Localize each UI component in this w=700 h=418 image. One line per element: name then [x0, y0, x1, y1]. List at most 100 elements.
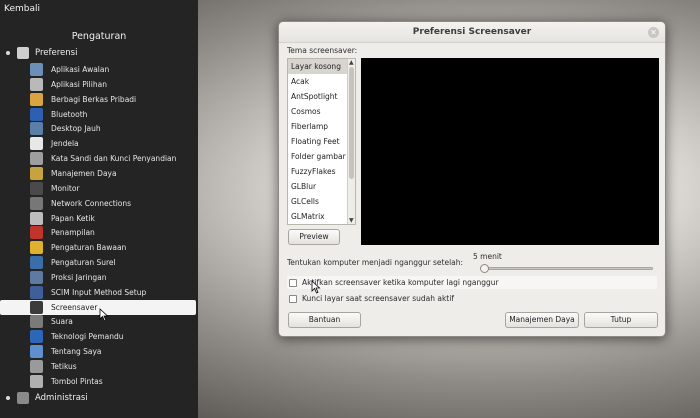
- bullet-icon: [6, 50, 10, 55]
- preview-button[interactable]: Preview: [288, 229, 340, 245]
- default-settings-icon: [30, 241, 43, 255]
- category-label: Preferensi: [35, 47, 78, 58]
- theme-item[interactable]: GLCells: [288, 194, 355, 209]
- activate-label: Aktifkan screensaver ketika komputer lag…: [302, 278, 499, 287]
- idle-slider-knob[interactable]: [480, 264, 489, 273]
- menu-item-label: Bluetooth: [51, 109, 88, 119]
- about-me-icon: [30, 345, 43, 359]
- administration-icon: [17, 391, 29, 404]
- shortcut-keys-icon: [30, 374, 43, 388]
- menu-item-label: Desktop Jauh: [51, 124, 101, 134]
- menu-item-berbagi-berkas-pribadi[interactable]: Berbagi Berkas Pribadi: [30, 92, 194, 107]
- menu-item-penampilan[interactable]: Penampilan: [30, 225, 194, 240]
- menu-title: Pengaturan: [71, 31, 127, 42]
- idle-label: Tentukan komputer menjadi nganggur setel…: [287, 258, 464, 267]
- screensaver-dialog: Preferensi Screensaver ✕ Tema screensave…: [278, 21, 666, 337]
- menu-item-jendela[interactable]: Jendela: [30, 136, 194, 151]
- menu-item-label: Penampilan: [51, 228, 95, 238]
- menu-item-label: Network Connections: [51, 198, 132, 208]
- scroll-up-icon[interactable]: ▲: [349, 59, 354, 66]
- dialog-title: Preferensi Screensaver: [412, 27, 532, 37]
- mail-settings-icon: [30, 256, 43, 270]
- keyboard-icon: [30, 211, 43, 225]
- close-icon[interactable]: ✕: [648, 27, 659, 38]
- menu-item-label: Tentang Saya: [51, 347, 102, 357]
- menu-item-label: Jendela: [51, 139, 79, 149]
- bullet-icon: [6, 395, 10, 400]
- screensaver-preview: [361, 58, 659, 245]
- category-administrasi[interactable]: Administrasi: [0, 390, 198, 405]
- back-button[interactable]: Kembali: [4, 4, 40, 14]
- menu-item-aplikasi-pilihan[interactable]: Aplikasi Pilihan: [30, 77, 194, 92]
- theme-item[interactable]: GLBlur: [288, 179, 355, 194]
- menu-item-papan-ketik[interactable]: Papan Ketik: [30, 211, 194, 226]
- idle-value: 5 menit: [473, 252, 502, 261]
- theme-item[interactable]: Cosmos: [288, 104, 355, 119]
- bluetooth-icon: [30, 107, 43, 121]
- menu-item-label: Teknologi Pemandu: [51, 332, 124, 342]
- theme-item[interactable]: Floating Feet: [288, 134, 355, 149]
- close-button[interactable]: Tutup: [584, 312, 658, 328]
- theme-item[interactable]: AntSpotlight: [288, 89, 355, 104]
- proxy-icon: [30, 270, 43, 284]
- scrollbar-thumb[interactable]: [349, 67, 354, 179]
- preferences-icon: [17, 46, 29, 59]
- idle-slider[interactable]: [480, 264, 653, 273]
- monitor-icon: [30, 181, 43, 195]
- theme-list-scrollbar[interactable]: ▲ ▼: [347, 59, 355, 224]
- theme-item[interactable]: Folder gambar: [288, 149, 355, 164]
- menu-item-network-connections[interactable]: Network Connections: [30, 196, 194, 211]
- theme-item[interactable]: Fiberlamp: [288, 119, 355, 134]
- theme-item[interactable]: GLSchool: [288, 224, 355, 225]
- menu-item-bluetooth[interactable]: Bluetooth: [30, 107, 194, 122]
- menu-item-label: Pengaturan Surel: [51, 258, 116, 268]
- dialog-titlebar[interactable]: Preferensi Screensaver ✕: [279, 22, 665, 43]
- menu-item-label: Pengaturan Bawaan: [51, 243, 127, 253]
- folder-share-icon: [30, 92, 43, 106]
- theme-item[interactable]: FuzzyFlakes: [288, 164, 355, 179]
- menu-item-label: Tetikus: [51, 362, 77, 371]
- scim-icon: [30, 285, 43, 299]
- menu-item-desktop-jauh[interactable]: Desktop Jauh: [30, 121, 194, 136]
- menu-item-proksi-jaringan[interactable]: Proksi Jaringan: [30, 270, 194, 285]
- menu-item-label: SCIM Input Method Setup: [51, 287, 147, 297]
- sound-icon: [30, 315, 43, 329]
- network-icon: [30, 196, 43, 210]
- menu-item-screensaver[interactable]: Screensaver: [0, 299, 196, 315]
- scroll-down-icon[interactable]: ▼: [349, 217, 354, 224]
- menu-item-manajemen-daya[interactable]: Manajemen Daya: [30, 166, 194, 181]
- menu-item-pengaturan-bawaan[interactable]: Pengaturan Bawaan: [30, 240, 194, 255]
- menu-item-tetikus[interactable]: Tetikus: [30, 359, 194, 374]
- lock-checkbox[interactable]: [289, 294, 297, 303]
- power-icon: [30, 166, 43, 180]
- category-label: Administrasi: [35, 392, 88, 403]
- menu-item-label: Berbagi Berkas Pribadi: [51, 94, 137, 104]
- category-preferensi[interactable]: Preferensi: [0, 45, 198, 60]
- preferred-apps-icon: [30, 77, 43, 91]
- power-management-button[interactable]: Manajemen Daya: [505, 312, 579, 328]
- theme-list[interactable]: Layar kosong Acak AntSpotlight Cosmos Fiberl…: [287, 58, 356, 225]
- menu-item-teknologi-pemandu[interactable]: Teknologi Pemandu: [30, 329, 194, 344]
- menu-item-suara[interactable]: Suara: [30, 314, 194, 329]
- menu-item-aplikasi-awalan[interactable]: Aplikasi Awalan: [30, 62, 194, 77]
- theme-item[interactable]: Layar kosong: [288, 59, 355, 74]
- theme-label: Tema screensaver:: [287, 46, 358, 55]
- activate-screensaver-row[interactable]: Aktifkan screensaver ketika komputer lag…: [287, 276, 657, 289]
- activate-checkbox[interactable]: [289, 278, 297, 287]
- menu-item-monitor[interactable]: Monitor: [30, 181, 194, 196]
- remote-desktop-icon: [30, 122, 43, 136]
- menu-item-scim-input-method-setup[interactable]: SCIM Input Method Setup: [30, 285, 194, 300]
- menu-item-label: Proksi Jaringan: [51, 272, 107, 282]
- menu-item-kata-sandi-dan-kunci-penyandian[interactable]: Kata Sandi dan Kunci Penyandian: [30, 151, 194, 166]
- menu-item-label: Tombol Pintas: [51, 376, 103, 386]
- theme-item[interactable]: GLMatrix: [288, 209, 355, 224]
- menu-item-label: Suara: [51, 317, 73, 327]
- menu-item-pengaturan-surel[interactable]: Pengaturan Surel: [30, 255, 194, 270]
- menu-item-tentang-saya[interactable]: Tentang Saya: [30, 344, 194, 359]
- theme-item[interactable]: Acak: [288, 74, 355, 89]
- menu-item-label: Screensaver: [51, 302, 98, 312]
- menu-item-tombol-pintas[interactable]: Tombol Pintas: [30, 374, 194, 389]
- settings-menu-panel: Kembali Pengaturan Preferensi Administra…: [0, 0, 198, 418]
- help-button[interactable]: Bantuan: [288, 312, 361, 328]
- startup-apps-icon: [30, 63, 43, 76]
